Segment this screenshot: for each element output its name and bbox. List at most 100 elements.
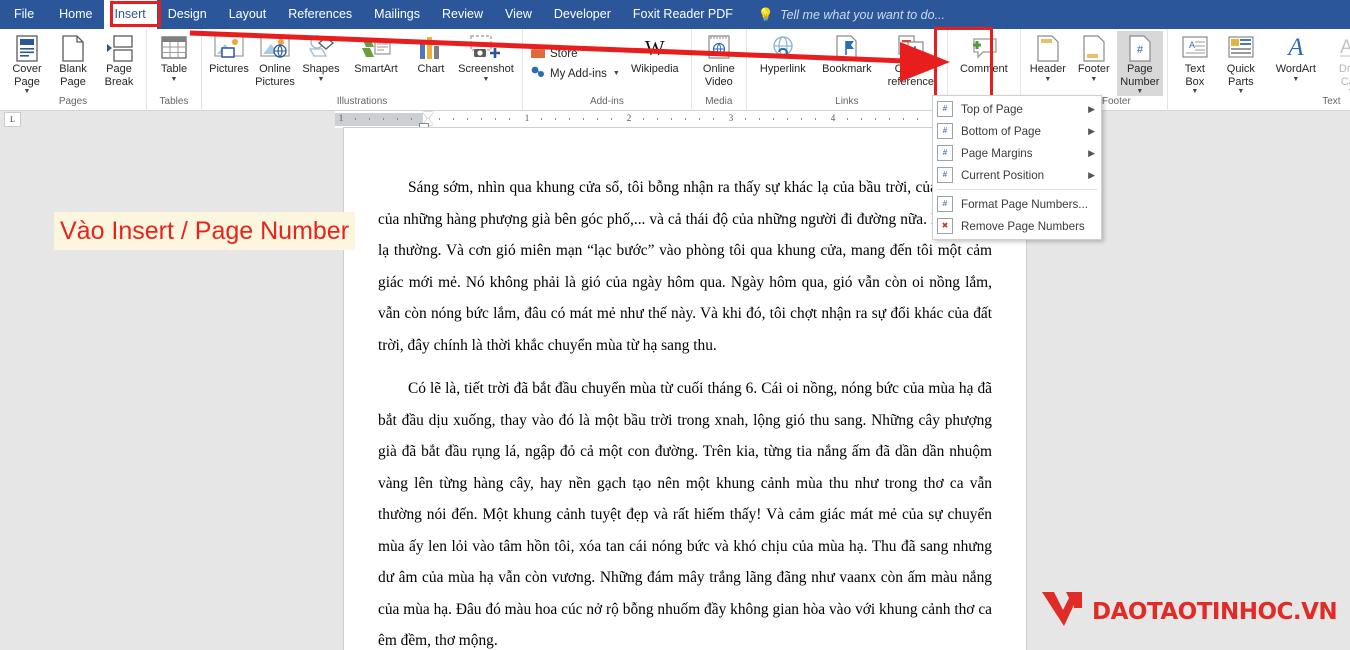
cross-reference-icon [898,33,924,63]
screenshot-icon [470,33,502,63]
tab-stop-selector[interactable]: L [4,112,21,127]
screenshot-label: Screenshot [455,63,517,76]
wikipedia-label: Wikipedia [624,63,686,76]
tab-mailings[interactable]: Mailings [363,0,431,29]
tab-home[interactable]: Home [48,0,103,29]
tab-view[interactable]: View [494,0,543,29]
shapes-button[interactable]: Shapes ▼ [298,31,344,84]
tab-file[interactable]: File [0,0,48,29]
bookmark-button[interactable]: Bookmark [815,31,879,76]
smartart-icon [361,33,391,63]
menu-item-label: Remove Page Numbers [961,220,1101,233]
tab-review[interactable]: Review [431,0,494,29]
drop-cap-button[interactable]: A Drop Cap ▼ [1328,31,1350,96]
table-icon [161,33,187,63]
wordart-button[interactable]: A WordArt ▼ [1264,31,1328,84]
text-box-button[interactable]: A Text Box ▼ [1172,31,1218,96]
menu-item-page-margins[interactable]: # Page Margins ▶ [933,142,1101,164]
ribbon-group-text: A Text Box ▼ Quick Parts ▼ A WordA [1167,29,1350,111]
header-button[interactable]: Header ▼ [1025,31,1071,84]
v-logo-icon [1040,588,1086,635]
chevron-down-icon[interactable]: ▼ [1044,76,1051,84]
tab-references[interactable]: References [277,0,363,29]
online-video-button[interactable]: Online Video [696,31,742,88]
chevron-down-icon[interactable]: ▼ [483,76,490,84]
chevron-right-icon: ▶ [1088,148,1095,159]
chevron-down-icon[interactable]: ▼ [613,70,620,77]
group-label-media: Media [696,95,742,111]
blank-page-button[interactable]: Blank Page [50,31,96,88]
group-label-tables: Tables [151,95,197,111]
cover-page-icon [16,33,38,63]
wikipedia-button[interactable]: W Wikipedia [623,31,687,76]
page-break-button[interactable]: Page Break [96,31,142,88]
my-addins-button[interactable]: My Add-ins ▼ [527,64,623,84]
menu-item-format-page-numbers[interactable]: # Format Page Numbers... [933,193,1101,215]
page-number-button[interactable]: # Page Number ▼ [1117,31,1163,96]
horizontal-ruler[interactable]: 1 1 2 3 4 5 [335,111,1035,128]
ribbon-group-pages: Cover Page ▼ Blank Page Page Break Pages [0,29,146,111]
screenshot-button[interactable]: Screenshot ▼ [454,31,518,84]
top-of-page-icon: # [937,101,953,117]
document-paragraph: Sáng sớm, nhìn qua khung cửa sổ, tôi bỗn… [378,128,992,361]
tab-developer[interactable]: Developer [543,0,622,29]
footer-icon [1083,33,1105,63]
document-paragraph: Có lẽ là, tiết trời đã bắt đầu chuyển mù… [378,361,992,650]
hyperlink-icon [770,33,796,63]
ribbon-group-illustrations: Pictures Online Pictures Shapes ▼ [201,29,522,111]
online-pictures-button[interactable]: Online Pictures [252,31,298,88]
document-workspace: Sáng sớm, nhìn qua khung cửa sổ, tôi bỗn… [0,128,1350,650]
menu-item-remove-page-numbers[interactable]: ✖ Remove Page Numbers [933,215,1101,237]
hyperlink-button[interactable]: Hyperlink [751,31,815,76]
chevron-down-icon[interactable]: ▼ [318,76,325,84]
store-label: Store [550,48,578,60]
wordart-icon: A [1288,33,1303,63]
tab-foxit-reader-pdf[interactable]: Foxit Reader PDF [622,0,744,29]
shapes-label: Shapes [299,63,343,76]
ruler-number: 3 [729,113,734,123]
footer-button[interactable]: Footer ▼ [1071,31,1117,84]
drop-cap-icon: A [1338,33,1350,63]
ruler-number: 1 [339,113,344,123]
ruler-margin-left [335,113,423,126]
shapes-icon [306,33,336,63]
blank-page-icon [62,33,84,63]
bookmark-icon [835,33,859,63]
drop-cap-label: Drop Cap [1329,63,1350,88]
menu-item-bottom-of-page[interactable]: # Bottom of Page ▶ [933,120,1101,142]
lightbulb-icon: 💡 [758,7,774,23]
group-label-pages: Pages [4,95,142,111]
quick-parts-button[interactable]: Quick Parts ▼ [1218,31,1264,96]
menu-item-label: Page Margins [961,147,1088,160]
current-position-icon: # [937,167,953,183]
text-box-label: Text Box [1173,63,1217,88]
tab-design[interactable]: Design [157,0,218,29]
table-button[interactable]: Table ▼ [151,31,197,84]
tell-me-box[interactable]: 💡 Tell me what you want to do... [758,7,945,23]
menu-item-label: Bottom of Page [961,125,1088,138]
ribbon-group-links: Hyperlink Bookmark Cross- reference Link… [746,29,947,111]
store-button[interactable]: Store [527,44,623,64]
online-pictures-label: Online Pictures [253,63,297,88]
page-number-label: Page Number [1118,63,1162,88]
chevron-down-icon[interactable]: ▼ [171,76,178,84]
menu-item-top-of-page[interactable]: # Top of Page ▶ [933,98,1101,120]
ruler-number: 4 [831,113,836,123]
tab-layout[interactable]: Layout [218,0,278,29]
document-page[interactable]: Sáng sớm, nhìn qua khung cửa sổ, tôi bỗn… [344,128,1026,650]
menu-item-current-position[interactable]: # Current Position ▶ [933,164,1101,186]
page-break-label: Page Break [97,63,141,88]
smartart-label: SmartArt [345,63,407,76]
addins-mini-stack: Store My Add-ins ▼ [527,31,623,95]
chevron-down-icon[interactable]: ▼ [1292,76,1299,84]
format-page-numbers-icon: # [937,196,953,212]
cover-page-button[interactable]: Cover Page ▼ [4,31,50,96]
chevron-down-icon[interactable]: ▼ [1090,76,1097,84]
ribbon-group-media: Online Video Media [691,29,746,111]
pictures-button[interactable]: Pictures [206,31,252,76]
tell-me-label: Tell me what you want to do... [780,8,945,22]
ribbon-tab-bar: File Home Insert Design Layout Reference… [0,0,1350,29]
smartart-button[interactable]: SmartArt [344,31,408,76]
bottom-of-page-icon: # [937,123,953,139]
chart-button[interactable]: Chart [408,31,454,76]
